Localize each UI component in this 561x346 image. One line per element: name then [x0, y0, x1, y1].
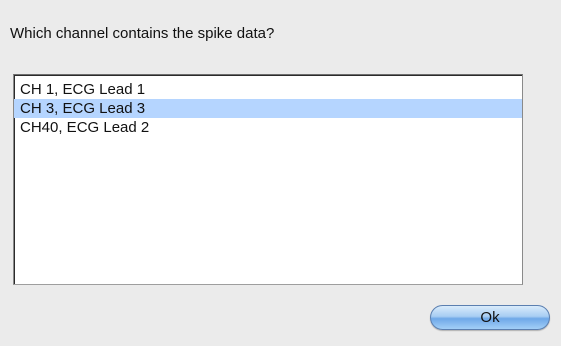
- ok-button[interactable]: Ok: [430, 305, 550, 330]
- channel-list-item-1[interactable]: CH 1, ECG Lead 1: [14, 80, 522, 99]
- channel-list-item-2-selected[interactable]: CH 3, ECG Lead 3: [14, 99, 522, 118]
- channel-list[interactable]: CH 1, ECG Lead 1 CH 3, ECG Lead 3 CH40, …: [13, 74, 523, 285]
- channel-list-item-3[interactable]: CH40, ECG Lead 2: [14, 118, 522, 137]
- channel-selection-dialog: Which channel contains the spike data? C…: [0, 0, 561, 346]
- dialog-prompt: Which channel contains the spike data?: [10, 25, 275, 42]
